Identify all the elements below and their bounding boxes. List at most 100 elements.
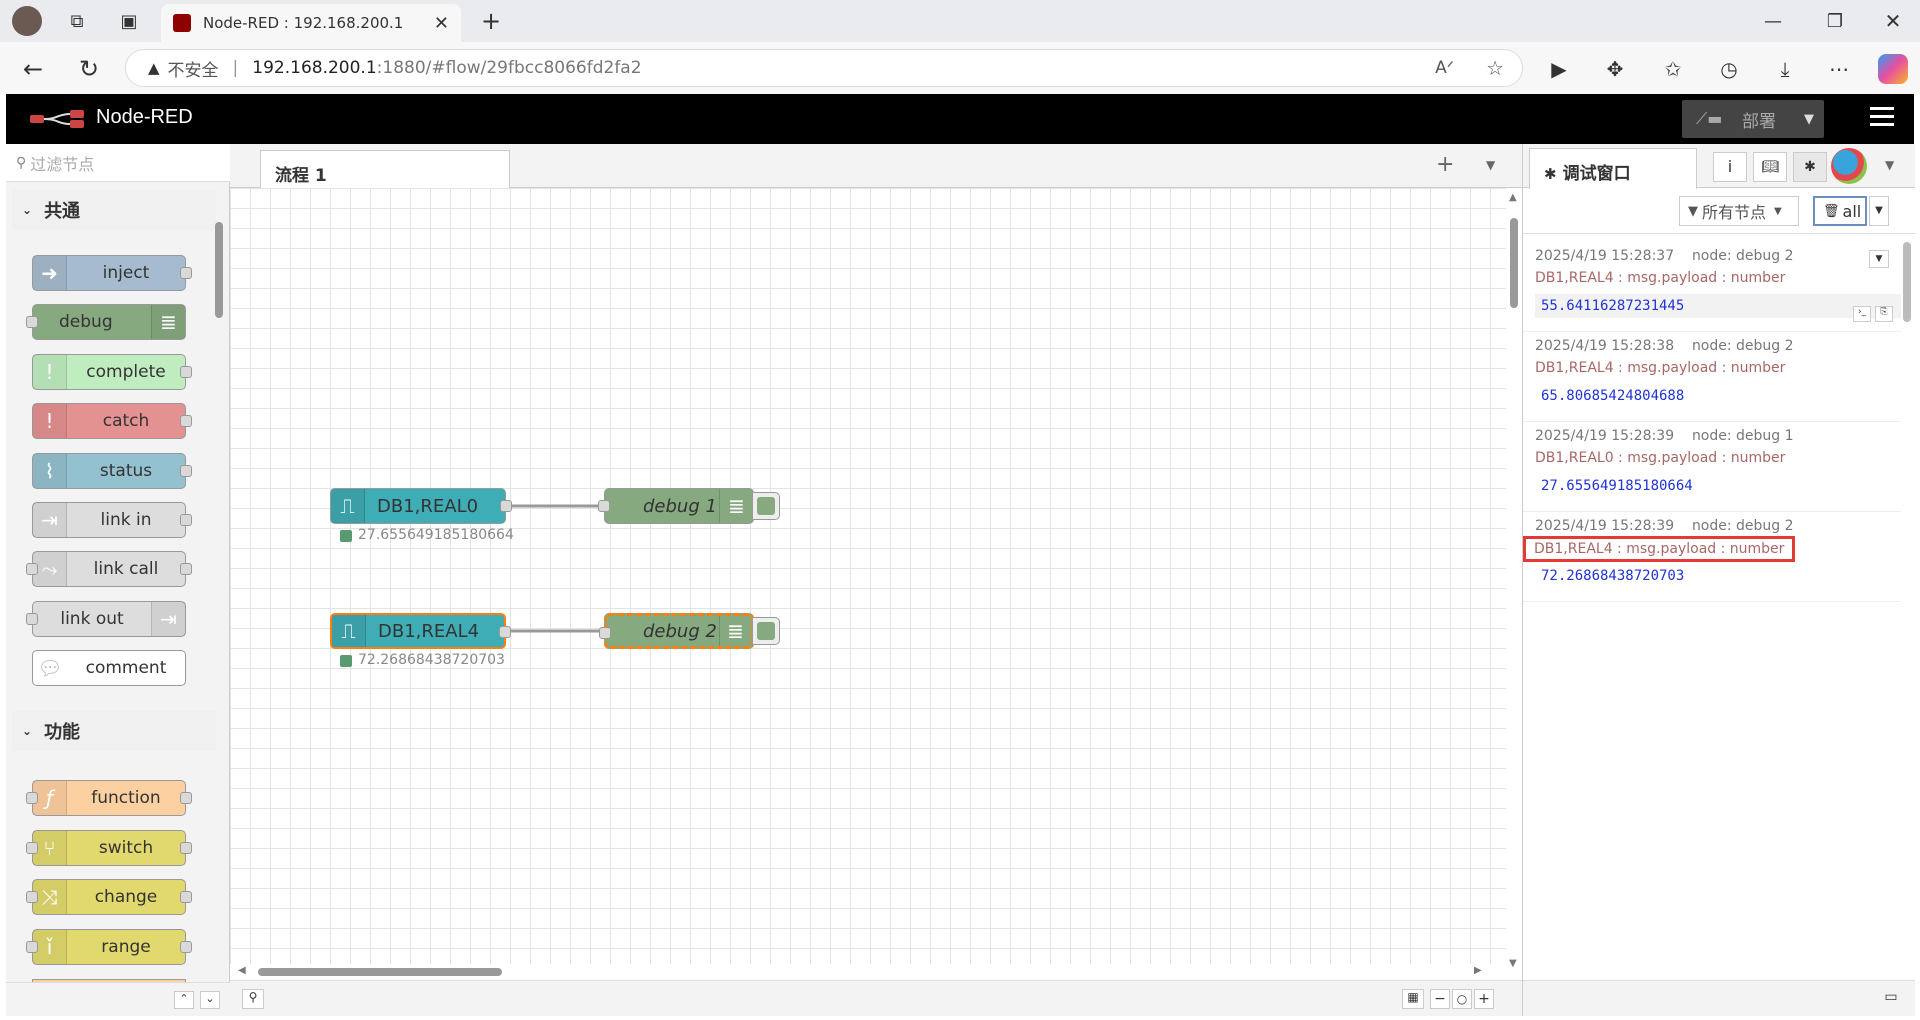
message-value[interactable]: 27.655649185180664 xyxy=(1535,478,1901,494)
maximize-icon[interactable]: ❐ xyxy=(1820,8,1850,34)
more-icon[interactable]: ⋯ xyxy=(1824,54,1854,84)
collapse-all-icon[interactable]: ⌃ xyxy=(174,991,194,1009)
favorite-star-icon[interactable]: ☆ xyxy=(1486,56,1504,80)
sidebar-scrollbar[interactable] xyxy=(1903,242,1911,322)
debug-1-toggle-button[interactable] xyxy=(752,492,780,520)
debug-message[interactable]: 2025/4/19 15:28:37 node: debug 2 DB1,REA… xyxy=(1523,242,1901,332)
debug-message[interactable]: 2025/4/19 15:28:39 node: debug 1 DB1,REA… xyxy=(1523,422,1901,512)
palette-node-function[interactable]: ƒ function xyxy=(26,780,192,816)
flow-node-status: 72.26868438720703 xyxy=(358,652,505,668)
palette-node-inject[interactable]: ➜ inject xyxy=(32,255,192,291)
extensions-icon[interactable]: ✥ xyxy=(1600,54,1630,84)
minimize-icon[interactable]: — xyxy=(1758,8,1788,34)
palette-scrollbar[interactable] xyxy=(214,196,224,456)
new-tab-icon[interactable]: + xyxy=(478,7,504,35)
palette-node-complete[interactable]: ! complete xyxy=(32,354,192,390)
palette-node-switch[interactable]: ⑂ switch xyxy=(26,830,192,866)
scroll-up-icon[interactable]: ▲ xyxy=(1509,192,1517,203)
link-out-icon: ⇥ xyxy=(151,602,185,636)
main-menu-icon[interactable] xyxy=(1870,107,1894,129)
palette-filter[interactable]: ⚲ 过滤节点 xyxy=(6,144,230,182)
output-port[interactable] xyxy=(499,626,511,638)
flow-node-db1-real4[interactable]: ⎍ DB1,REAL4 xyxy=(330,613,511,649)
browser-tab[interactable]: Node-RED : 192.168.200.1 ✕ xyxy=(161,4,461,42)
flow-list-chevron-icon[interactable]: ▼ xyxy=(1486,158,1495,172)
scroll-left-icon[interactable]: ◀ xyxy=(238,965,246,976)
sidebar-menu-chevron-icon[interactable]: ▼ xyxy=(1885,158,1894,172)
play-icon[interactable]: ▶ xyxy=(1544,54,1574,84)
profile-avatar[interactable] xyxy=(12,6,42,36)
toggle-sidebar-icon[interactable]: ▭ xyxy=(1879,989,1903,1009)
canvas-vertical-scrollbar[interactable]: ▲ ▼ xyxy=(1506,188,1522,974)
workspaces-icon[interactable]: ⧉ xyxy=(64,8,90,34)
read-aloud-icon[interactable]: Aᐟ xyxy=(1435,58,1454,78)
info-tab-icon[interactable]: i xyxy=(1713,152,1747,182)
input-port[interactable] xyxy=(599,627,611,639)
navigator-map-icon[interactable]: ▦ xyxy=(1402,989,1424,1009)
debug-tab-icon[interactable]: ✱ xyxy=(1793,152,1827,182)
favorites-icon[interactable]: ✩ xyxy=(1658,54,1688,84)
debug-message[interactable]: 2025/4/19 15:28:39 node: debug 2 DB1,REA… xyxy=(1523,512,1901,602)
zoom-reset-icon[interactable]: ○ xyxy=(1452,989,1472,1009)
address-bar[interactable]: ▲ 不安全 | 192.168.200.1 :1880/#flow/29fbcc… xyxy=(125,49,1523,87)
zoom-out-icon[interactable]: − xyxy=(1430,989,1450,1009)
add-flow-icon[interactable]: + xyxy=(1436,152,1454,177)
history-icon[interactable]: ◷ xyxy=(1714,54,1744,84)
message-value[interactable]: 65.80685424804688 xyxy=(1535,388,1901,404)
palette-node-link-call[interactable]: ⤳ link call xyxy=(26,551,192,587)
flow-node-debug-2[interactable]: debug 2 ≣ xyxy=(599,613,754,649)
downloads-icon[interactable]: ⤓ xyxy=(1770,54,1800,84)
filter-nodes-button[interactable]: ▼ 所有节点 ▼ xyxy=(1679,196,1799,226)
help-book-icon[interactable]: 📖︎ xyxy=(1753,152,1787,182)
deploy-menu-chevron-icon[interactable]: ▼ xyxy=(1804,112,1814,127)
copilot-icon[interactable] xyxy=(1878,54,1908,84)
palette-category-function[interactable]: ⌄ 功能 xyxy=(12,711,216,751)
palette-node-catch[interactable]: ! catch xyxy=(32,403,192,439)
palette-node-comment[interactable]: 💬︎ comment xyxy=(32,650,186,686)
refresh-icon[interactable]: ↻ xyxy=(74,54,104,84)
message-value[interactable]: 55.64116287231445 xyxy=(1535,294,1901,318)
deploy-button[interactable]: ⟋▬ 部署 ▼ xyxy=(1682,100,1824,138)
copy-value-icon[interactable]: ⎘ xyxy=(1875,306,1893,322)
tab-debug[interactable]: ✱ 调试窗口 xyxy=(1529,148,1697,189)
flow-tab[interactable]: 流程 1 xyxy=(260,150,510,189)
scroll-down-icon[interactable]: ▼ xyxy=(1509,958,1517,969)
message-menu-chevron-icon[interactable]: ▼ xyxy=(1869,250,1889,268)
palette-node-status[interactable]: ⌇ status xyxy=(32,453,192,489)
output-port xyxy=(180,514,192,526)
deploy-icon: ⟋▬ xyxy=(1696,109,1723,128)
canvas-horizontal-scrollbar[interactable]: ◀ ▶ xyxy=(230,964,1506,980)
close-tab-icon[interactable]: ✕ xyxy=(434,13,449,34)
palette-node-link-out[interactable]: link out ⇥ xyxy=(26,601,186,637)
copy-path-icon[interactable]: ›_ xyxy=(1853,306,1871,322)
search-flow-icon[interactable]: ⚲ xyxy=(242,989,264,1009)
pulse-icon: ⌇ xyxy=(33,454,67,488)
expand-all-icon[interactable]: ⌄ xyxy=(200,991,220,1009)
dashboard-tab-icon[interactable] xyxy=(1831,148,1867,184)
debug-2-toggle-button[interactable] xyxy=(752,617,780,645)
palette-node-range[interactable]: ǐ range xyxy=(26,929,192,965)
flow-node-debug-1[interactable]: debug 1 ≣ xyxy=(598,488,754,524)
list-icon: ≣ xyxy=(151,305,185,339)
close-window-icon[interactable]: ✕ xyxy=(1878,8,1908,34)
debug-message[interactable]: 2025/4/19 15:28:38 node: debug 2 DB1,REA… xyxy=(1523,332,1901,422)
palette-category-common[interactable]: ⌄ 共通 xyxy=(12,190,216,230)
filter-label: 所有节点 xyxy=(1702,203,1767,222)
message-time: 2025/4/19 15:28:38 xyxy=(1535,338,1675,354)
palette-node-debug[interactable]: debug ≣ xyxy=(26,304,186,340)
output-port[interactable] xyxy=(500,500,512,512)
input-port[interactable] xyxy=(598,500,610,512)
back-icon[interactable]: ← xyxy=(18,54,48,84)
palette-node-link-in[interactable]: ⇥ link in xyxy=(32,502,192,538)
clear-messages-button[interactable]: 🗑︎ all xyxy=(1813,196,1867,226)
palette-node-change[interactable]: ⤨ change xyxy=(26,879,192,915)
input-port xyxy=(26,563,38,575)
flow-canvas[interactable]: ⎍ DB1,REAL0 27.655649185180664 debug 1 ≣… xyxy=(230,188,1506,974)
input-port xyxy=(26,316,38,328)
scroll-right-icon[interactable]: ▶ xyxy=(1474,965,1482,976)
clear-options-chevron-icon[interactable]: ▼ xyxy=(1869,196,1889,226)
zoom-in-icon[interactable]: + xyxy=(1474,989,1494,1009)
message-value[interactable]: 72.26868438720703 xyxy=(1535,568,1901,584)
flow-node-db1-real0[interactable]: ⎍ DB1,REAL0 xyxy=(330,488,512,524)
tab-actions-icon[interactable]: ▣ xyxy=(116,8,142,34)
